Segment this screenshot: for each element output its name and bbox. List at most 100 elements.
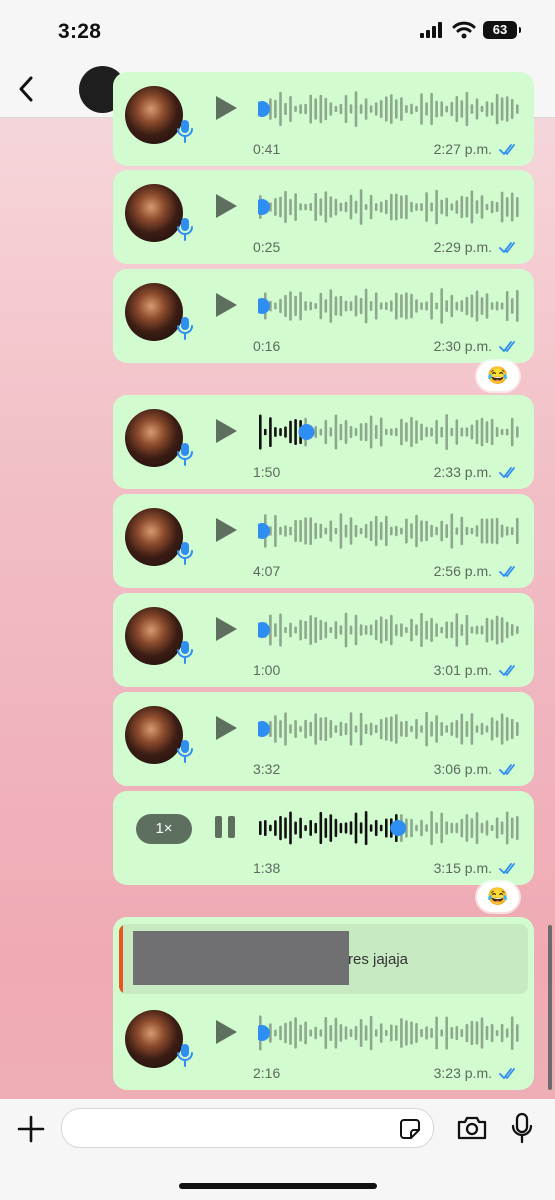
waveform[interactable]	[258, 283, 520, 329]
sender-avatar	[125, 184, 183, 242]
voice-message-bubble[interactable]: 0:25 2:29 p.m.	[113, 170, 534, 264]
waveform[interactable]	[258, 184, 520, 230]
waveform-bar	[430, 292, 433, 320]
waveform-bar	[490, 717, 494, 741]
playback-speed-button[interactable]: 1×	[136, 814, 192, 844]
play-icon[interactable]	[213, 714, 239, 742]
waveform-bar	[374, 424, 378, 439]
quote-accent-bar	[119, 924, 123, 994]
waveform-bar	[400, 294, 403, 318]
voice-message-bubble[interactable]: 1× 1:38 3:15 p.m.	[113, 791, 534, 885]
waveform-bar	[314, 522, 317, 540]
voice-message-bubble[interactable]: 0:41 2:27 p.m.	[113, 72, 534, 166]
waveform-bar	[279, 526, 282, 536]
scrollbar[interactable]	[548, 925, 552, 1090]
waveform-bar	[500, 428, 504, 436]
voice-message-bubble[interactable]: 0:16 2:30 p.m.	[113, 269, 534, 363]
play-icon[interactable]	[213, 94, 239, 122]
waveform-bar	[410, 103, 413, 115]
play-icon[interactable]	[213, 1018, 239, 1046]
waveform-bar	[390, 300, 393, 312]
play-icon[interactable]	[213, 291, 239, 319]
voice-message-bubble[interactable]: 4:07 2:56 p.m.	[113, 494, 534, 588]
voice-message-bubble[interactable]: 1:50 2:33 p.m.	[113, 395, 534, 489]
voice-message-bubble[interactable]: 1:00 3:01 p.m.	[113, 593, 534, 687]
waveform-bar	[445, 1016, 448, 1050]
voice-message-bubble[interactable]: 3:32 3:06 p.m.	[113, 692, 534, 786]
waveform-bar	[495, 301, 499, 311]
voice-message-bubble[interactable]: res jajaja 2:16 3:23 p.m.	[113, 917, 534, 1090]
waveform-bar	[304, 517, 307, 545]
microphone-icon[interactable]	[510, 1112, 534, 1144]
waveform-bar	[490, 824, 494, 831]
waveform-bar	[369, 1015, 373, 1051]
waveform[interactable]	[258, 805, 520, 851]
waveform-bar	[374, 102, 378, 116]
waveform-bar	[445, 621, 448, 639]
message-time: 2:27 p.m.	[433, 141, 492, 157]
waveform[interactable]	[258, 706, 520, 752]
waveform-bar	[349, 104, 353, 114]
voice-duration: 0:41	[253, 141, 281, 157]
waveform-bar	[279, 1025, 282, 1041]
waveform-bar	[314, 617, 317, 643]
camera-icon[interactable]	[456, 1115, 488, 1141]
waveform-bar	[495, 817, 499, 839]
waveform-bar	[369, 722, 373, 736]
waveform-bar	[415, 203, 418, 211]
reaction-badge[interactable]: 😂	[477, 361, 519, 391]
plus-icon[interactable]	[17, 1115, 45, 1143]
waveform-bar	[395, 193, 398, 221]
waveform-bar	[259, 821, 262, 835]
play-icon[interactable]	[213, 192, 239, 220]
waveform-bar	[324, 299, 328, 313]
pause-icon[interactable]	[213, 815, 237, 839]
waveform-bar	[435, 623, 438, 637]
microphone-icon	[177, 218, 193, 241]
quoted-message[interactable]: res jajaja	[119, 924, 528, 994]
voice-duration: 0:16	[253, 338, 281, 354]
play-icon[interactable]	[213, 516, 239, 544]
waveform[interactable]	[258, 508, 520, 554]
reaction-badge[interactable]: 😂	[477, 882, 519, 912]
waveform-bar	[349, 712, 353, 746]
sender-avatar	[125, 86, 183, 144]
waveform-bar	[309, 721, 312, 737]
waveform-bar	[349, 301, 353, 311]
chevron-left-icon[interactable]	[14, 74, 38, 104]
waveform-bar	[465, 196, 469, 218]
waveform-bar	[495, 202, 499, 212]
waveform-bar	[314, 713, 317, 745]
waveform-bar	[445, 414, 448, 450]
status-bar: 3:28 63	[0, 0, 555, 62]
waveform-bar	[395, 1025, 398, 1041]
waveform-bar	[284, 626, 287, 634]
message-input[interactable]	[61, 1108, 434, 1148]
waveform-bar	[264, 428, 267, 436]
waveform-bar	[344, 612, 348, 648]
sticker-icon[interactable]	[399, 1118, 421, 1140]
play-icon[interactable]	[213, 417, 239, 445]
waveform-bar	[379, 417, 383, 447]
waveform-bar	[364, 811, 368, 846]
waveform-bar	[440, 101, 443, 117]
waveform-bar	[445, 197, 448, 217]
play-icon[interactable]	[213, 615, 239, 643]
waveform[interactable]	[258, 409, 520, 455]
waveform[interactable]	[258, 607, 520, 653]
waveform-bar	[415, 719, 418, 739]
waveform-bar	[304, 301, 307, 311]
waveform-bar	[324, 1017, 328, 1049]
waveform-bar	[500, 97, 504, 121]
redacted-quote	[133, 931, 349, 985]
waveform-bar	[390, 193, 393, 221]
waveform[interactable]	[258, 1010, 520, 1056]
waveform-bar	[475, 725, 479, 733]
waveform-bar	[364, 1025, 368, 1041]
signal-icon	[420, 22, 442, 38]
waveform-bar	[475, 525, 479, 537]
waveform-bar	[304, 825, 307, 832]
waveform-bar	[379, 1023, 383, 1043]
waveform-bar	[425, 620, 428, 640]
waveform[interactable]	[258, 86, 520, 132]
